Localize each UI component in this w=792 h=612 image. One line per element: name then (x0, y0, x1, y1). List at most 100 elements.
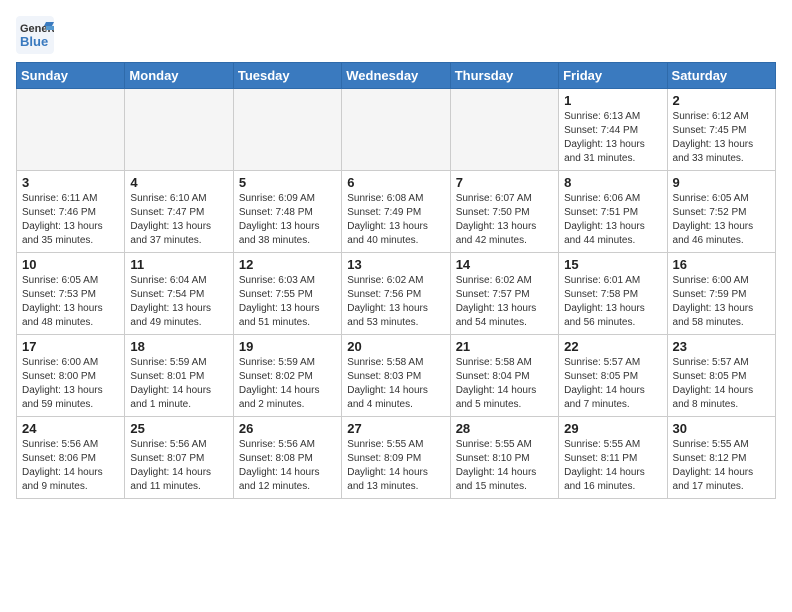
logo: General Blue (16, 16, 54, 54)
cell-info: Sunrise: 6:01 AMSunset: 7:58 PMDaylight:… (564, 274, 661, 330)
day-number: 20 (347, 339, 444, 354)
day-number: 17 (22, 339, 119, 354)
day-number: 14 (456, 257, 553, 272)
cell-info: Sunrise: 5:58 AMSunset: 8:03 PMDaylight:… (347, 356, 444, 412)
calendar-cell: 16 Sunrise: 6:00 AMSunset: 7:59 PMDayligh… (667, 253, 775, 335)
calendar-cell: 4 Sunrise: 6:10 AMSunset: 7:47 PMDaylight… (125, 171, 233, 253)
day-number: 1 (564, 93, 661, 108)
day-number: 29 (564, 421, 661, 436)
calendar-day-header: Tuesday (233, 63, 341, 89)
cell-info: Sunrise: 5:58 AMSunset: 8:04 PMDaylight:… (456, 356, 553, 412)
cell-info: Sunrise: 6:00 AMSunset: 8:00 PMDaylight:… (22, 356, 119, 412)
calendar-cell (450, 89, 558, 171)
day-number: 23 (673, 339, 770, 354)
cell-info: Sunrise: 5:57 AMSunset: 8:05 PMDaylight:… (564, 356, 661, 412)
calendar-cell: 21Sunrise: 5:58 AMSunset: 8:04 PMDayligh… (450, 335, 558, 417)
cell-info: Sunrise: 6:10 AMSunset: 7:47 PMDaylight:… (130, 192, 227, 248)
svg-text:Blue: Blue (20, 34, 48, 49)
day-number: 26 (239, 421, 336, 436)
cell-info: Sunrise: 5:57 AMSunset: 8:05 PMDaylight:… (673, 356, 770, 412)
cell-info: Sunrise: 5:55 AMSunset: 8:12 PMDaylight:… (673, 438, 770, 494)
cell-info: Sunrise: 6:12 AMSunset: 7:45 PMDaylight:… (673, 110, 770, 166)
cell-info: Sunrise: 6:00 AMSunset: 7:59 PMDaylight:… (673, 274, 770, 330)
cell-info: Sunrise: 6:04 AMSunset: 7:54 PMDaylight:… (130, 274, 227, 330)
day-number: 2 (673, 93, 770, 108)
calendar-cell: 19 Sunrise: 5:59 AMSunset: 8:02 PMDayligh… (233, 335, 341, 417)
calendar-week-row: 3 Sunrise: 6:11 AMSunset: 7:46 PMDaylight… (17, 171, 776, 253)
day-number: 7 (456, 175, 553, 190)
calendar-cell: 20 Sunrise: 5:58 AMSunset: 8:03 PMDayligh… (342, 335, 450, 417)
calendar-cell: 15 Sunrise: 6:01 AMSunset: 7:58 PMDayligh… (559, 253, 667, 335)
day-number: 6 (347, 175, 444, 190)
day-number: 15 (564, 257, 661, 272)
cell-info: Sunrise: 6:13 AMSunset: 7:44 PMDaylight:… (564, 110, 661, 166)
cell-info: Sunrise: 6:05 AMSunset: 7:52 PMDaylight:… (673, 192, 770, 248)
calendar-cell: 30 Sunrise: 5:55 AMSunset: 8:12 PMDayligh… (667, 417, 775, 499)
calendar-day-header: Monday (125, 63, 233, 89)
cell-info: Sunrise: 6:06 AMSunset: 7:51 PMDaylight:… (564, 192, 661, 248)
calendar-cell: 1 Sunrise: 6:13 AMSunset: 7:44 PMDaylight… (559, 89, 667, 171)
calendar-cell: 11 Sunrise: 6:04 AMSunset: 7:54 PMDayligh… (125, 253, 233, 335)
day-number: 5 (239, 175, 336, 190)
calendar-day-header: Wednesday (342, 63, 450, 89)
cell-info: Sunrise: 6:02 AMSunset: 7:56 PMDaylight:… (347, 274, 444, 330)
day-number: 22 (564, 339, 661, 354)
calendar-body: 1 Sunrise: 6:13 AMSunset: 7:44 PMDaylight… (17, 89, 776, 499)
day-number: 25 (130, 421, 227, 436)
cell-info: Sunrise: 5:59 AMSunset: 8:02 PMDaylight:… (239, 356, 336, 412)
cell-info: Sunrise: 6:07 AMSunset: 7:50 PMDaylight:… (456, 192, 553, 248)
calendar-cell: 17 Sunrise: 6:00 AMSunset: 8:00 PMDayligh… (17, 335, 125, 417)
cell-info: Sunrise: 5:56 AMSunset: 8:08 PMDaylight:… (239, 438, 336, 494)
calendar-cell: 22 Sunrise: 5:57 AMSunset: 8:05 PMDayligh… (559, 335, 667, 417)
cell-info: Sunrise: 6:11 AMSunset: 7:46 PMDaylight:… (22, 192, 119, 248)
day-number: 13 (347, 257, 444, 272)
calendar-week-row: 24 Sunrise: 5:56 AMSunset: 8:06 PMDayligh… (17, 417, 776, 499)
cell-info: Sunrise: 5:55 AMSunset: 8:10 PMDaylight:… (456, 438, 553, 494)
cell-info: Sunrise: 6:03 AMSunset: 7:55 PMDaylight:… (239, 274, 336, 330)
day-number: 18 (130, 339, 227, 354)
calendar-cell: 9 Sunrise: 6:05 AMSunset: 7:52 PMDaylight… (667, 171, 775, 253)
calendar-cell (125, 89, 233, 171)
calendar-week-row: 17 Sunrise: 6:00 AMSunset: 8:00 PMDayligh… (17, 335, 776, 417)
calendar-cell: 2 Sunrise: 6:12 AMSunset: 7:45 PMDaylight… (667, 89, 775, 171)
calendar-cell: 6Sunrise: 6:08 AMSunset: 7:49 PMDaylight… (342, 171, 450, 253)
calendar-cell: 25Sunrise: 5:56 AMSunset: 8:07 PMDayligh… (125, 417, 233, 499)
day-number: 30 (673, 421, 770, 436)
calendar-header-row: SundayMondayTuesdayWednesdayThursdayFrid… (17, 63, 776, 89)
cell-info: Sunrise: 6:05 AMSunset: 7:53 PMDaylight:… (22, 274, 119, 330)
day-number: 12 (239, 257, 336, 272)
calendar-cell: 10 Sunrise: 6:05 AMSunset: 7:53 PMDayligh… (17, 253, 125, 335)
day-number: 24 (22, 421, 119, 436)
day-number: 8 (564, 175, 661, 190)
calendar-cell: 14 Sunrise: 6:02 AMSunset: 7:57 PMDayligh… (450, 253, 558, 335)
calendar-cell: 7 Sunrise: 6:07 AMSunset: 7:50 PMDaylight… (450, 171, 558, 253)
day-number: 16 (673, 257, 770, 272)
day-number: 3 (22, 175, 119, 190)
cell-info: Sunrise: 5:59 AMSunset: 8:01 PMDaylight:… (130, 356, 227, 412)
calendar-cell: 18 Sunrise: 5:59 AMSunset: 8:01 PMDayligh… (125, 335, 233, 417)
cell-info: Sunrise: 6:02 AMSunset: 7:57 PMDaylight:… (456, 274, 553, 330)
calendar-week-row: 10 Sunrise: 6:05 AMSunset: 7:53 PMDayligh… (17, 253, 776, 335)
calendar-cell: 24 Sunrise: 5:56 AMSunset: 8:06 PMDayligh… (17, 417, 125, 499)
day-number: 28 (456, 421, 553, 436)
calendar-cell (342, 89, 450, 171)
day-number: 9 (673, 175, 770, 190)
cell-info: Sunrise: 6:09 AMSunset: 7:48 PMDaylight:… (239, 192, 336, 248)
calendar-cell: 5 Sunrise: 6:09 AMSunset: 7:48 PMDaylight… (233, 171, 341, 253)
calendar-cell: 27 Sunrise: 5:55 AMSunset: 8:09 PMDayligh… (342, 417, 450, 499)
day-number: 11 (130, 257, 227, 272)
day-number: 27 (347, 421, 444, 436)
day-number: 4 (130, 175, 227, 190)
day-number: 19 (239, 339, 336, 354)
day-number: 10 (22, 257, 119, 272)
calendar-cell (233, 89, 341, 171)
calendar-week-row: 1 Sunrise: 6:13 AMSunset: 7:44 PMDaylight… (17, 89, 776, 171)
calendar-cell: 29Sunrise: 5:55 AMSunset: 8:11 PMDayligh… (559, 417, 667, 499)
calendar-day-header: Friday (559, 63, 667, 89)
calendar-cell: 12 Sunrise: 6:03 AMSunset: 7:55 PMDayligh… (233, 253, 341, 335)
calendar-cell: 26 Sunrise: 5:56 AMSunset: 8:08 PMDayligh… (233, 417, 341, 499)
cell-info: Sunrise: 5:55 AMSunset: 8:09 PMDaylight:… (347, 438, 444, 494)
header: General Blue (16, 16, 776, 54)
cell-info: Sunrise: 5:56 AMSunset: 8:06 PMDaylight:… (22, 438, 119, 494)
calendar-cell (17, 89, 125, 171)
